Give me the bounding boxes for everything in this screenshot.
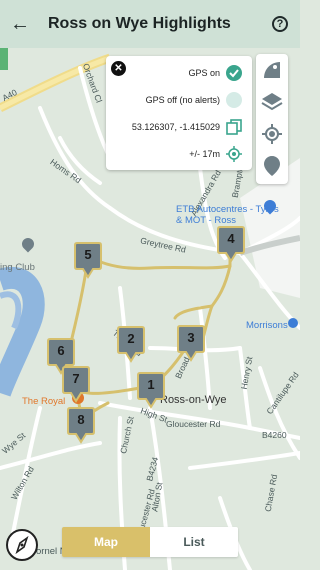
coordinates-row[interactable]: 53.126307, -1.415029 <box>132 119 242 135</box>
compass-icon[interactable] <box>6 529 38 561</box>
place-label-club: ing Club <box>0 262 35 273</box>
poi-marker-5[interactable]: 5 <box>73 241 103 279</box>
marker-number: 6 <box>57 343 65 358</box>
poi-marker-3[interactable]: 3 <box>176 324 206 362</box>
poi-marker-7[interactable]: 7 <box>61 365 91 403</box>
map-pin-icon[interactable] <box>260 154 284 178</box>
back-arrow-icon[interactable]: ← <box>0 0 40 48</box>
poi-marker-8[interactable]: 8 <box>66 406 96 444</box>
marker-number: 4 <box>227 231 235 246</box>
place-label-the-royal: The Royal <box>22 396 66 407</box>
layers-icon[interactable] <box>260 90 284 114</box>
gps-on-label: GPS on <box>188 68 220 78</box>
accuracy-row: +/- 17m <box>189 146 242 162</box>
app-bar: ← Ross on Wye Highlights ? <box>0 0 300 48</box>
view-toggle: Map List <box>62 527 238 557</box>
copy-icon <box>226 119 242 135</box>
crosshair-icon <box>226 146 242 162</box>
marker-number: 1 <box>147 377 155 392</box>
marker-number: 5 <box>84 247 92 262</box>
poi-marker-1[interactable]: 1 <box>136 371 166 409</box>
gps-panel: ✕ GPS on GPS off (no alerts) 53.126307, … <box>106 56 252 170</box>
close-icon[interactable]: ✕ <box>111 61 126 76</box>
help-circle-icon: ? <box>272 16 288 32</box>
accuracy-value: +/- 17m <box>189 149 220 159</box>
coordinates-value: 53.126307, -1.415029 <box>131 122 220 132</box>
gps-on-option[interactable]: GPS on <box>188 65 242 81</box>
marker-number: 8 <box>77 412 85 427</box>
gps-off-label: GPS off (no alerts) <box>145 95 220 105</box>
locate-icon[interactable] <box>260 122 284 146</box>
map-toolbar <box>256 54 288 184</box>
satellite-icon[interactable] <box>260 58 284 82</box>
place-label-morrisons: Morrisons <box>246 320 288 331</box>
cart-icon <box>288 318 298 328</box>
road-label-gloucester: Gloucester Rd <box>166 419 221 429</box>
poi-marker-4[interactable]: 4 <box>216 225 246 263</box>
poi-marker-2[interactable]: 2 <box>116 325 146 363</box>
gps-off-option[interactable]: GPS off (no alerts) <box>146 92 242 108</box>
place-label-etb: ETB Autocentres - Tyres & MOT - Ross <box>176 204 279 226</box>
marker-number: 3 <box>187 330 195 345</box>
help-button[interactable]: ? <box>260 0 300 48</box>
tab-map[interactable]: Map <box>62 527 150 557</box>
radio-empty-icon <box>226 92 242 108</box>
tab-list[interactable]: List <box>150 527 238 557</box>
road-label-b4260: B4260 <box>262 430 287 440</box>
place-label-town: Ross-on-Wye <box>160 394 227 406</box>
page-title: Ross on Wye Highlights <box>48 15 231 32</box>
check-circle-icon <box>226 65 242 81</box>
marker-number: 7 <box>72 371 80 386</box>
marker-number: 2 <box>127 331 135 346</box>
